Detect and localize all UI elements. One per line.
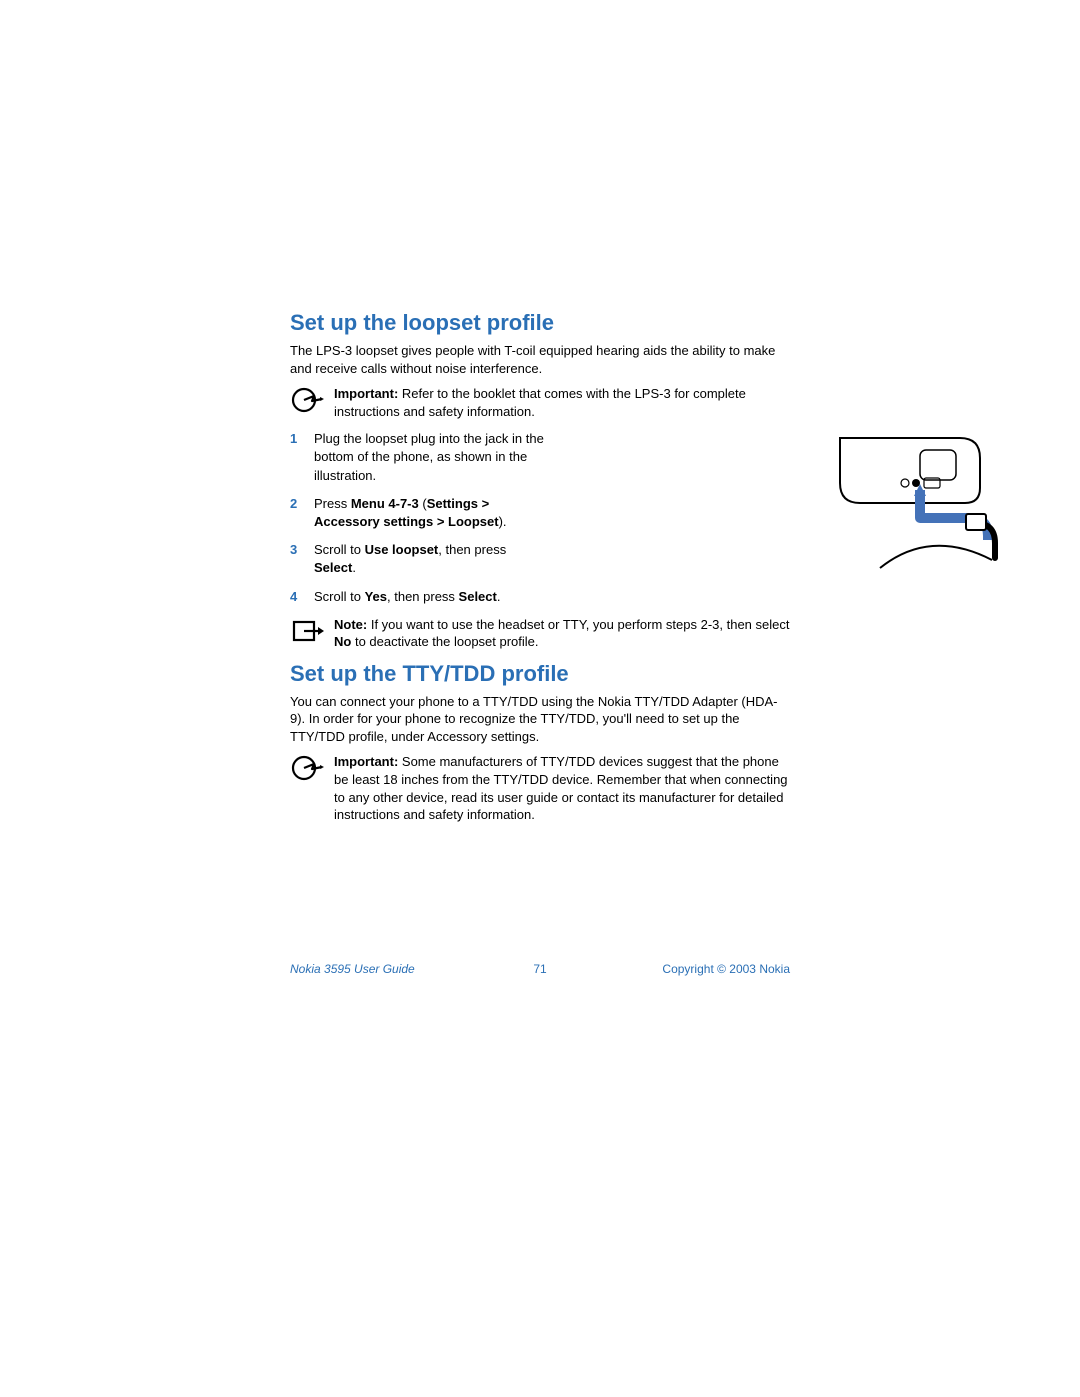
important-loopset: Important: Refer to the booklet that com… (290, 385, 790, 420)
step-3: 3 Scroll to Use loopset, then press Sele… (290, 541, 550, 577)
step-1: 1 Plug the loopset plug into the jack in… (290, 430, 550, 485)
step-text: Plug the loopset plug into the jack in t… (314, 430, 550, 485)
heading-tty: Set up the TTY/TDD profile (290, 661, 790, 687)
important-body: Some manufacturers of TTY/TDD devices su… (334, 754, 788, 822)
step-number: 2 (290, 495, 304, 531)
intro-tty: You can connect your phone to a TTY/TDD … (290, 693, 790, 746)
page-footer: Nokia 3595 User Guide 71 Copyright © 200… (290, 962, 790, 976)
step-text: Scroll to Use loopset, then press Select… (314, 541, 550, 577)
note-label: Note: (334, 617, 367, 632)
heading-loopset: Set up the loopset profile (290, 310, 790, 336)
important-label: Important: (334, 386, 398, 401)
step-text: Scroll to Yes, then press Select. (314, 588, 500, 606)
important-icon (290, 385, 324, 415)
step-number: 3 (290, 541, 304, 577)
note-text: Note: If you want to use the headset or … (334, 616, 790, 651)
step-4: 4 Scroll to Yes, then press Select. (290, 588, 550, 606)
important-icon (290, 753, 324, 783)
loopset-illustration (820, 428, 1000, 578)
important-text: Important: Some manufacturers of TTY/TDD… (334, 753, 790, 823)
important-label: Important: (334, 754, 398, 769)
note-loopset: Note: If you want to use the headset or … (290, 616, 790, 651)
step-2: 2 Press Menu 4-7-3 (Settings > Accessory… (290, 495, 550, 531)
step-text: Press Menu 4-7-3 (Settings > Accessory s… (314, 495, 550, 531)
step-number: 4 (290, 588, 304, 606)
important-tty: Important: Some manufacturers of TTY/TDD… (290, 753, 790, 823)
step-number: 1 (290, 430, 304, 485)
important-text: Important: Refer to the booklet that com… (334, 385, 790, 420)
footer-page-number: 71 (290, 962, 790, 976)
note-icon (290, 616, 324, 646)
steps-loopset: 1 Plug the loopset plug into the jack in… (290, 430, 790, 606)
intro-loopset: The LPS-3 loopset gives people with T-co… (290, 342, 790, 377)
page-content: Set up the loopset profile The LPS-3 loo… (290, 310, 790, 834)
